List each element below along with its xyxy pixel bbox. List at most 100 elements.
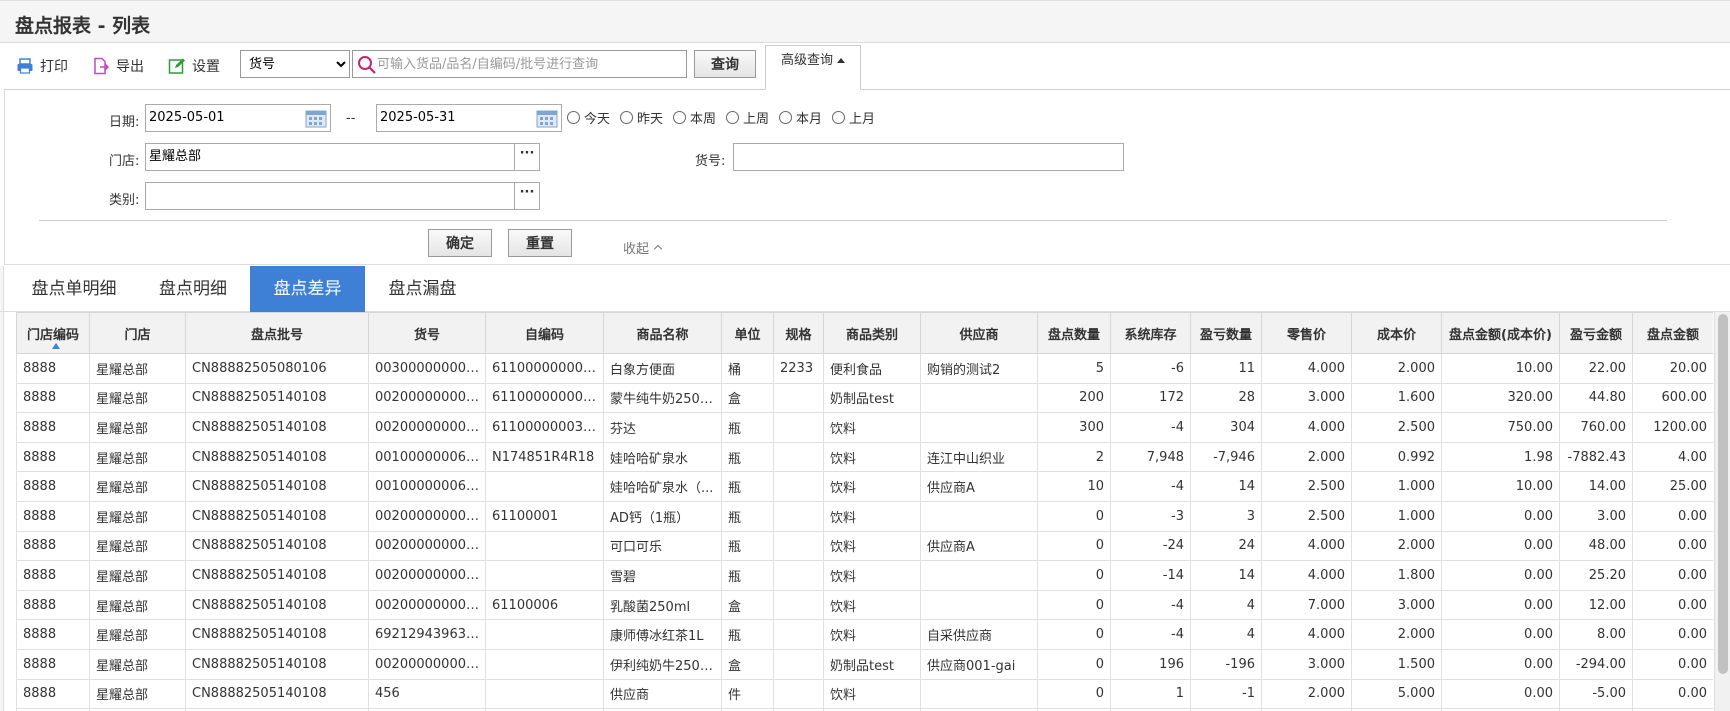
table-row[interactable]: 8888 星耀总部 CN88882505140108 6921294396362 康师傅… — [16, 619, 1713, 650]
radio-today[interactable]: 今天 — [567, 108, 610, 127]
tab-stocktake-order-detail[interactable]: 盘点单明细 — [16, 266, 132, 312]
column-header[interactable]: 成本价 — [1351, 312, 1442, 354]
column-header[interactable]: 供应商 — [920, 312, 1038, 354]
calendar-icon[interactable] — [305, 108, 327, 128]
radio-yesterday[interactable]: 昨天 — [620, 108, 663, 127]
column-header[interactable]: 盈亏金额 — [1559, 312, 1633, 354]
table-cell: 8888 — [16, 619, 90, 650]
column-header[interactable]: 盘点金额 — [1632, 312, 1713, 354]
table-cell: 星耀总部 — [89, 500, 186, 532]
table-cell: 48.00 — [1559, 530, 1633, 562]
table-cell: 0020000000022 — [368, 560, 486, 591]
caret-up-icon — [837, 58, 845, 63]
column-header-label: 盘点数量 — [1047, 327, 1100, 343]
table-cell: -24 — [1110, 530, 1191, 562]
table-row[interactable]: 8888 星耀总部 CN88882505140108 0020000000022 雪碧瓶… — [16, 560, 1713, 591]
table-row[interactable]: 8888 星耀总部 CN88882505140108 0020000000015 可口可… — [16, 530, 1713, 562]
table-row[interactable]: 8888 星耀总部 CN88882505140108 0020000000039 611… — [16, 382, 1713, 414]
table-cell: 饮料 — [823, 589, 921, 621]
confirm-button[interactable]: 确定 — [428, 229, 492, 257]
radio-this-week[interactable]: 本周 — [673, 108, 716, 127]
table-row[interactable]: 8888 星耀总部 CN88882505140108 0020000000046 伊利纯… — [16, 648, 1713, 680]
table-cell: 0010000000641 — [368, 441, 486, 473]
column-header[interactable]: 零售价 — [1261, 312, 1352, 354]
radio-this-month[interactable]: 本月 — [779, 108, 822, 127]
column-header[interactable]: 货号 — [368, 312, 486, 354]
scrollbar-thumb[interactable] — [1718, 314, 1728, 674]
column-header[interactable]: 盘点数量 — [1037, 312, 1111, 354]
report-tabs: 盘点单明细 盘点明细 盘点差异 盘点漏盘 — [0, 266, 1730, 312]
export-button[interactable]: 导出 — [92, 52, 144, 80]
table-cell: 0.00 — [1441, 619, 1560, 650]
tab-stocktake-detail[interactable]: 盘点明细 — [140, 266, 246, 312]
date-from-input[interactable]: 2025-05-01 — [145, 104, 331, 132]
column-header[interactable]: 商品类别 — [823, 312, 921, 354]
table-cell: 饮料 — [823, 678, 921, 710]
table-cell: 4.000 — [1261, 412, 1352, 443]
settings-button[interactable]: 设置 — [168, 52, 220, 80]
radio-last-week[interactable]: 上周 — [726, 108, 769, 127]
radio-circle-icon — [620, 111, 633, 124]
table-cell: CN88882505140108 — [185, 500, 369, 532]
table-cell: 蒙牛纯牛奶250ml — [603, 382, 722, 414]
table-cell: 饮料 — [823, 530, 921, 562]
column-header[interactable]: 门店 — [89, 312, 186, 354]
table-cell: 白象方便面 — [603, 353, 722, 384]
field-select[interactable]: 货号 — [240, 50, 350, 78]
table-row[interactable]: 8888 星耀总部 CN88882505140108 0010000000641 N17… — [16, 441, 1713, 473]
column-header[interactable]: 门店编码 — [16, 312, 90, 354]
category-input[interactable] — [145, 182, 515, 210]
sku-label: 货号: — [695, 154, 726, 169]
table-row[interactable]: 8888 星耀总部 CN88882505080106 0030000000076 611… — [16, 353, 1713, 384]
sku-input[interactable] — [733, 143, 1124, 171]
search-input[interactable] — [377, 53, 682, 75]
table-cell: 28 — [1190, 382, 1262, 414]
collapse-button[interactable]: 收起 — [623, 238, 663, 257]
table-cell: 瓶 — [721, 412, 774, 443]
export-icon — [94, 57, 110, 75]
table-cell: 4.00 — [1632, 441, 1713, 473]
radio-last-month[interactable]: 上月 — [832, 108, 875, 127]
column-header[interactable]: 盘点批号 — [185, 312, 369, 354]
column-header[interactable]: 盈亏数量 — [1190, 312, 1262, 354]
table-cell: 0020000000091 — [368, 589, 486, 621]
table-row[interactable]: 8888 星耀总部 CN88882505140108 0020000000060 611… — [16, 412, 1713, 443]
table-cell: 0 — [1037, 530, 1111, 562]
table-cell — [920, 589, 1038, 621]
table-cell: 10.00 — [1441, 471, 1560, 502]
table-cell: 瓶 — [721, 530, 774, 562]
store-input[interactable]: 星耀总部 — [145, 143, 515, 171]
reset-button[interactable]: 重置 — [508, 229, 572, 257]
vertical-scrollbar[interactable] — [1714, 312, 1730, 711]
tab-stocktake-difference[interactable]: 盘点差异 — [250, 266, 365, 312]
table-cell: AD钙（1瓶） — [603, 500, 722, 532]
table-cell: 0020000000015 — [368, 530, 486, 562]
table-row[interactable]: 8888 星耀总部 CN88882505140108 0020000000091 611… — [16, 589, 1713, 621]
table-cell: 星耀总部 — [89, 441, 186, 473]
table-row[interactable]: 8888 星耀总部 CN88882505140108 0010000000642 娃哈哈… — [16, 471, 1713, 502]
table-cell: 2.000 — [1261, 441, 1352, 473]
column-header[interactable]: 自编码 — [485, 312, 604, 354]
column-header[interactable]: 规格 — [773, 312, 824, 354]
table-row[interactable]: 8888 星耀总部 CN88882505140108 0020000000077 611… — [16, 500, 1713, 532]
column-header[interactable]: 商品名称 — [603, 312, 722, 354]
date-to-input[interactable]: 2025-05-31 — [376, 104, 562, 132]
table-cell: 瓶 — [721, 500, 774, 532]
date-separator: -- — [346, 111, 356, 126]
calendar-icon[interactable] — [536, 108, 558, 128]
advanced-query-tab[interactable]: 高级查询 — [765, 45, 861, 90]
print-button[interactable]: 打印 — [16, 52, 68, 80]
table-cell: 4.000 — [1261, 353, 1352, 384]
table-cell: 8888 — [16, 441, 90, 473]
category-picker-button[interactable]: ··· — [514, 182, 540, 210]
table-row[interactable]: 8888 星耀总部 CN88882505140108 456 供应商件 饮料 0 1 -1 2.0… — [16, 678, 1713, 710]
tab-stocktake-missing[interactable]: 盘点漏盘 — [370, 266, 475, 312]
query-button[interactable]: 查询 — [694, 50, 756, 78]
store-picker-button[interactable]: ··· — [514, 143, 540, 171]
table-cell: CN88882505140108 — [185, 441, 369, 473]
column-header[interactable]: 系统库存 — [1110, 312, 1191, 354]
edit-icon — [168, 58, 185, 74]
table-cell: 饮料 — [823, 619, 921, 650]
column-header[interactable]: 盘点金额(成本价) — [1441, 312, 1560, 354]
column-header[interactable]: 单位 — [721, 312, 774, 354]
